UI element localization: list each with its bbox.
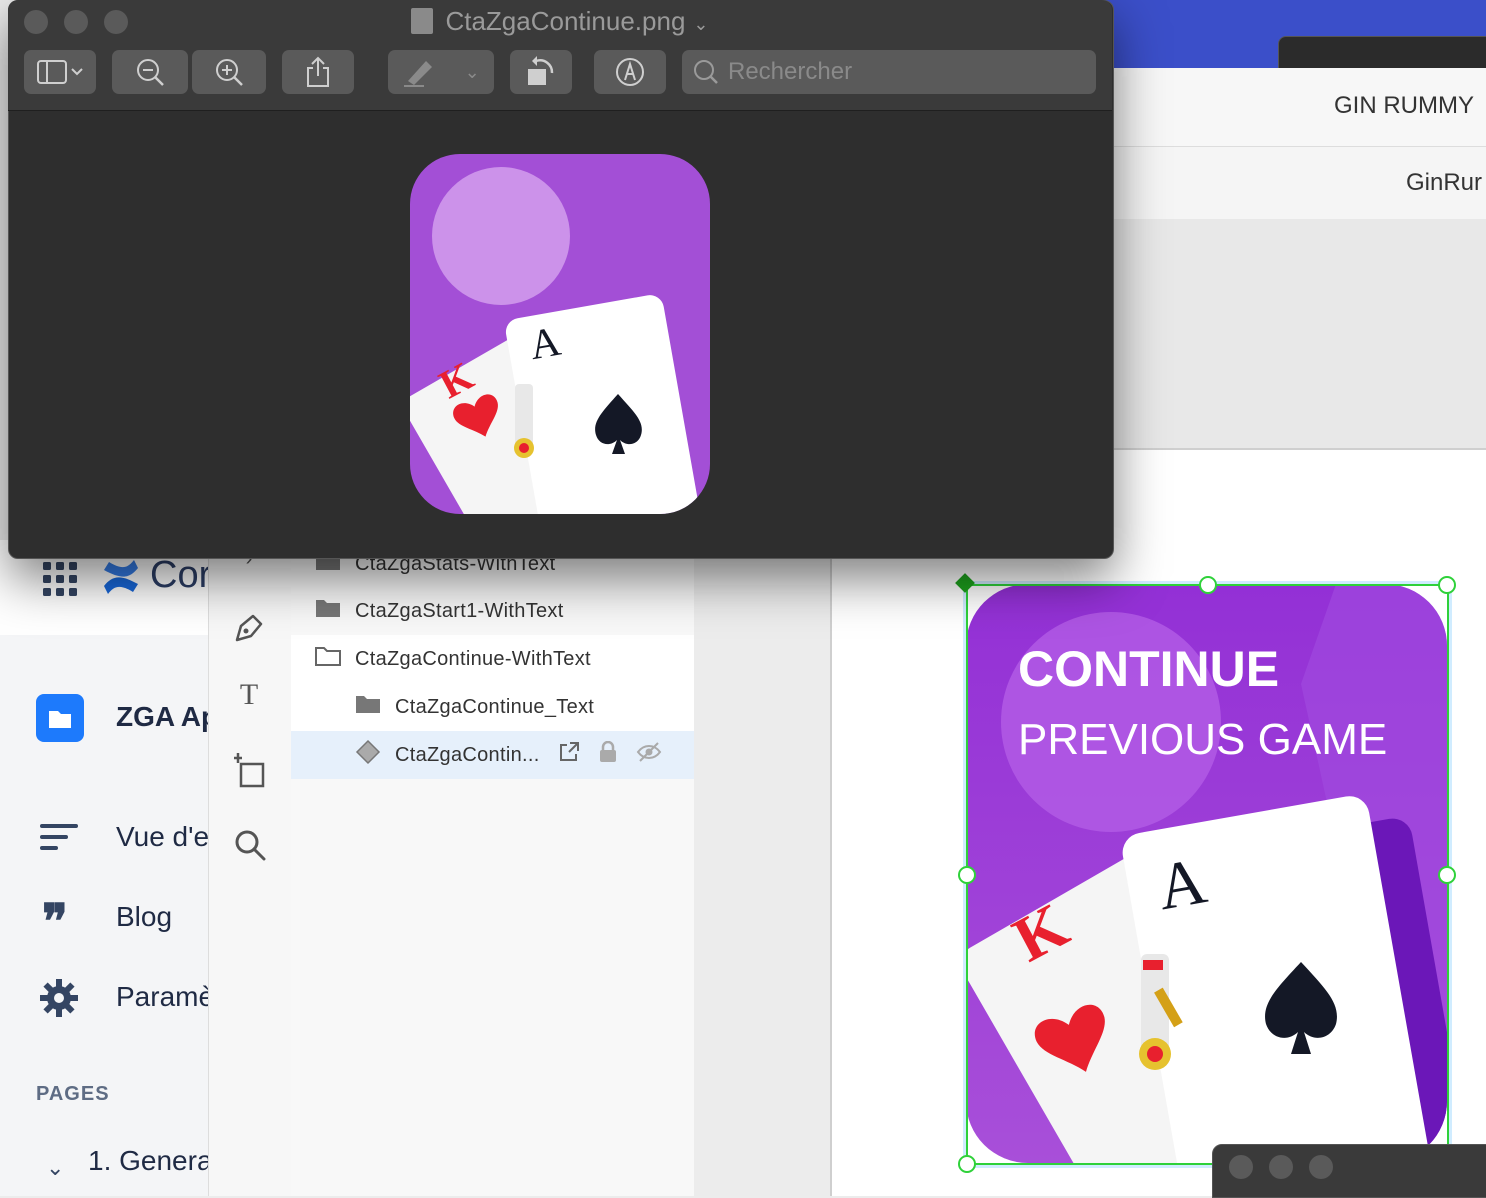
folder-open-icon (315, 646, 355, 672)
resize-handle-top[interactable] (1199, 576, 1217, 594)
zoom-out-icon (137, 59, 164, 86)
text-tool-icon[interactable]: T (229, 678, 269, 712)
layer-row[interactable]: CtaZgaContinue_Text (291, 683, 694, 731)
minimize-button[interactable] (1269, 1155, 1293, 1179)
layer-name: CtaZgaContin... (395, 743, 540, 766)
preview-titlebar: CtaZgaContinue.png ⌄ ⌄ Rechercher (8, 0, 1112, 111)
figma-toolbar: › T (208, 540, 292, 1196)
markup-button[interactable]: ⌄ (388, 50, 494, 94)
file-icon (411, 8, 434, 34)
window-title-text: CtaZgaContinue.png (445, 6, 686, 36)
highlighter-icon (404, 61, 433, 87)
confluence-logo-icon[interactable] (102, 558, 140, 601)
gin-rummy-header: GIN RUMMY (1112, 68, 1486, 147)
zoom-out-button[interactable] (112, 50, 188, 94)
lock-icon[interactable] (598, 740, 618, 769)
search-icon[interactable] (233, 828, 267, 867)
resize-handle-left[interactable] (958, 866, 976, 884)
gin-rummy-subtitle: GinRur (1406, 169, 1483, 196)
component-diamond-icon (355, 739, 395, 771)
page-tree-item[interactable]: 1. Genera (88, 1145, 213, 1177)
zoom-button[interactable] (1309, 1155, 1333, 1179)
chevron-down-icon[interactable]: ⌄ (46, 1155, 64, 1181)
gin-rummy-content-area (1112, 219, 1486, 450)
rotate-button[interactable] (510, 50, 572, 94)
resize-handle-top-right[interactable] (1438, 576, 1456, 594)
external-link-icon[interactable] (558, 741, 580, 769)
gear-icon (40, 979, 78, 1022)
search-field[interactable]: Rechercher (682, 50, 1096, 94)
sidebar-toggle-button[interactable] (24, 50, 96, 94)
layer-row[interactable]: CtaZgaContinue-WithText (291, 635, 694, 683)
zoom-in-icon (216, 59, 243, 86)
gin-rummy-title: GIN RUMMY (1334, 92, 1474, 119)
sidebar-icon (37, 60, 83, 84)
close-button[interactable] (1229, 1155, 1253, 1179)
share-button[interactable] (282, 50, 354, 94)
resize-handle-bottom-left[interactable] (958, 1155, 976, 1173)
nav-settings[interactable]: Paramè (116, 981, 214, 1013)
pages-heading: PAGES (36, 1083, 110, 1105)
selection-outline (966, 584, 1449, 1165)
blog-quote-icon: ❞ (42, 896, 68, 949)
layer-name: CtaZgaStart1-WithText (355, 599, 564, 622)
rotate-icon (528, 56, 554, 85)
zoom-in-button[interactable] (192, 50, 266, 94)
share-icon (307, 56, 329, 87)
layer-name: CtaZgaContinue_Text (395, 695, 595, 718)
space-name[interactable]: ZGA Ap (116, 701, 218, 733)
figma-properties-gap (694, 540, 832, 1196)
gin-rummy-subheader: GinRur (1112, 147, 1486, 219)
background-window (1278, 36, 1486, 72)
confluence-app-name: Cor (150, 554, 212, 596)
app-switcher-icon[interactable] (43, 562, 77, 601)
search-placeholder: Rechercher (728, 58, 853, 85)
layer-row-selected[interactable]: CtaZgaContin... (291, 731, 694, 779)
preview-image: K A A (410, 154, 758, 514)
chevron-down-icon[interactable]: ⌄ (693, 14, 708, 34)
annotate-button[interactable] (594, 50, 666, 94)
nav-blog[interactable]: Blog (116, 901, 172, 933)
resize-handle-right[interactable] (1438, 866, 1456, 884)
hidden-eye-icon[interactable] (636, 741, 662, 769)
overview-icon (40, 823, 78, 856)
layer-row[interactable]: CtaZgaStart1-WithText (291, 587, 694, 635)
chevron-down-icon[interactable]: ⌄ (465, 62, 480, 83)
mini-window (1212, 1144, 1486, 1198)
folder-icon (315, 598, 355, 624)
nav-overview[interactable]: Vue d'e (116, 821, 209, 853)
space-folder-icon (36, 694, 84, 742)
window-title: CtaZgaContinue.png ⌄ (8, 6, 1112, 37)
layer-name: CtaZgaContinue-WithText (355, 647, 591, 670)
confluence-sidebar: ZGA Ap Vue d'e ❞ Blog Paramè PAGES ⌄ 1. … (0, 635, 218, 1196)
folder-icon (355, 694, 395, 720)
search-icon (694, 60, 718, 84)
frame-tool-icon[interactable] (231, 750, 267, 795)
pen-tool-icon[interactable] (231, 610, 267, 651)
markup-pen-icon (616, 58, 644, 86)
